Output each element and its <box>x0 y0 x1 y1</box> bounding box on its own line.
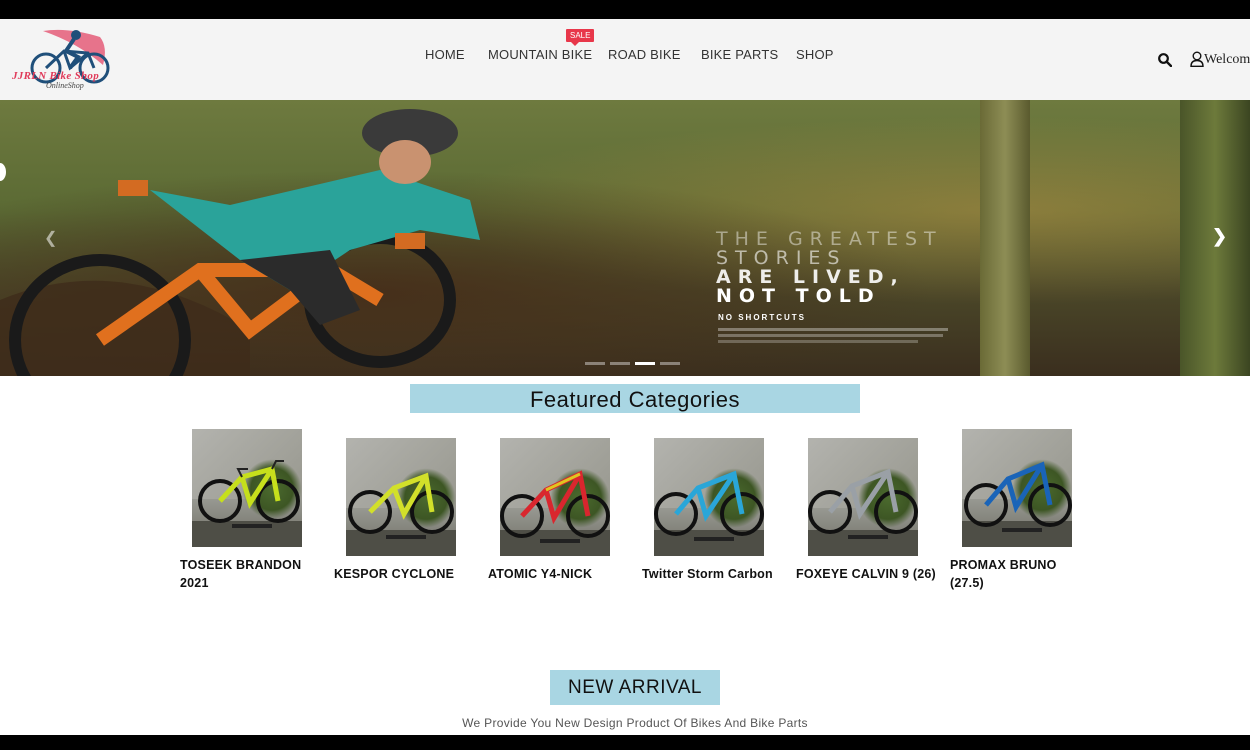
product-image[interactable] <box>962 429 1072 547</box>
carousel-next-arrow[interactable]: ❯ <box>1212 226 1227 247</box>
product-image[interactable] <box>500 438 610 556</box>
carousel-indicator[interactable] <box>585 362 605 365</box>
product-name[interactable]: KESPOR CYCLONE <box>334 565 454 583</box>
hero-tree <box>980 100 1030 376</box>
product-name[interactable]: Twitter Storm Carbon <box>642 565 773 583</box>
nav-bike-parts[interactable]: BIKE PARTS <box>701 47 778 62</box>
main-content: Featured Categories TOSEEK BRANDON 2021 <box>0 376 1250 735</box>
product-name[interactable]: FOXEYE CALVIN 9 (26) <box>796 565 936 583</box>
carousel-indicator-active[interactable] <box>635 362 655 365</box>
new-arrival-subtitle: We Provide You New Design Product Of Bik… <box>462 716 808 730</box>
nav-road-bike[interactable]: ROAD BIKE <box>608 47 681 62</box>
bottom-black-bar <box>0 735 1250 750</box>
new-arrival-title: NEW ARRIVAL <box>550 670 720 705</box>
hero-headline: THE GREATEST STORIES ARE LIVED, NOT TOLD <box>716 230 943 306</box>
main-nav: HOME MOUNTAIN BIKE SALE ROAD BIKE BIKE P… <box>0 19 1250 100</box>
hero-rider-image <box>0 109 480 376</box>
top-black-bar <box>0 0 1250 19</box>
product-image[interactable] <box>346 438 456 556</box>
sale-badge: SALE <box>566 29 595 46</box>
carousel-indicator[interactable] <box>610 362 630 365</box>
hero-subheadline: NO SHORTCUTS <box>718 313 806 322</box>
product-name[interactable]: ATOMIC Y4-NICK <box>488 565 592 583</box>
hero-line-4: NOT TOLD <box>716 285 881 307</box>
site-header: JJRLN Bike Shop OnlineShop HOME MOUNTAIN… <box>0 19 1250 100</box>
nav-home[interactable]: HOME <box>425 47 465 62</box>
search-icon[interactable] <box>1158 53 1172 67</box>
user-icon[interactable] <box>1190 51 1204 67</box>
nav-mountain-bike[interactable]: MOUNTAIN BIKE <box>488 47 592 62</box>
product-image[interactable] <box>808 438 918 556</box>
product-image[interactable] <box>192 429 302 547</box>
welcome-link[interactable]: Welcome <box>1204 52 1250 68</box>
carousel-prev-arrow[interactable]: ❮ <box>44 228 57 248</box>
carousel-indicator[interactable] <box>660 362 680 365</box>
product-image[interactable] <box>654 438 764 556</box>
hero-carousel: THE GREATEST STORIES ARE LIVED, NOT TOLD… <box>0 100 1250 376</box>
hero-description <box>718 328 958 344</box>
nav-shop[interactable]: SHOP <box>796 47 834 62</box>
product-name[interactable]: TOSEEK BRANDON 2021 <box>180 556 301 592</box>
product-name[interactable]: PROMAX BRUNO (27.5) <box>950 556 1057 592</box>
featured-categories-title: Featured Categories <box>410 384 860 413</box>
carousel-indicators <box>585 352 685 370</box>
